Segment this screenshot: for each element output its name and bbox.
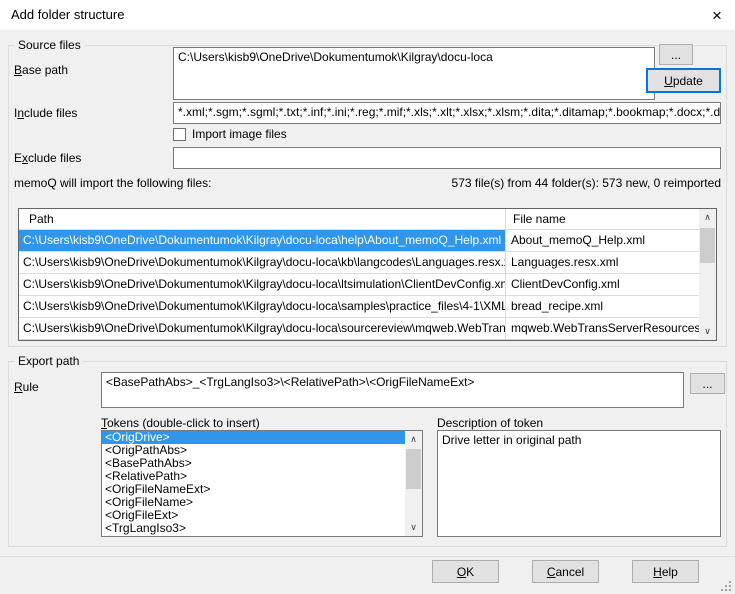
scroll-down-icon[interactable]: ∨	[699, 323, 716, 340]
column-header-path[interactable]: Path	[19, 209, 506, 229]
close-button[interactable]: ×	[701, 0, 733, 30]
file-table: Path File name C:\Users\kisb9\OneDrive\D…	[18, 208, 717, 341]
footer-separator	[0, 556, 735, 557]
token-description-box: Drive letter in original path	[437, 430, 721, 537]
ok-button[interactable]: OK	[432, 560, 499, 583]
dialog-title: Add folder structure	[11, 0, 124, 30]
titlebar: Add folder structure ×	[0, 0, 735, 30]
tokens-label: Tokens (double-click to insert)	[101, 416, 260, 430]
column-header-file-name[interactable]: File name	[506, 209, 699, 229]
token-item[interactable]: <OrigFileNameExt>	[102, 483, 405, 496]
exclude-files-label: Exclude files	[14, 151, 81, 165]
token-item[interactable]: <RelativePath>	[102, 470, 405, 483]
update-button[interactable]: Update	[646, 68, 721, 93]
import-image-files-label[interactable]: Import image files	[192, 127, 287, 141]
token-item[interactable]: <BasePathAbs>	[102, 457, 405, 470]
include-files-label: Include files	[14, 106, 77, 120]
table-row[interactable]: C:\Users\kisb9\OneDrive\Dokumentumok\Kil…	[19, 252, 699, 274]
close-icon: ×	[712, 7, 722, 24]
token-item[interactable]: <OrigFileName>	[102, 496, 405, 509]
cancel-button[interactable]: Cancel	[532, 560, 599, 583]
table-row[interactable]: C:\Users\kisb9\OneDrive\Dokumentumok\Kil…	[19, 230, 699, 252]
table-row[interactable]: C:\Users\kisb9\OneDrive\Dokumentumok\Kil…	[19, 296, 699, 318]
base-path-input[interactable]: C:\Users\kisb9\OneDrive\Dokumentumok\Kil…	[173, 47, 655, 100]
include-files-input[interactable]: *.xml;*.sgm;*.sgml;*.txt;*.inf;*.ini;*.r…	[173, 102, 721, 124]
token-description-label: Description of token	[437, 416, 543, 430]
file-table-header: Path File name	[19, 209, 699, 230]
scroll-up-icon[interactable]: ∧	[699, 209, 716, 226]
table-row[interactable]: C:\Users\kisb9\OneDrive\Dokumentumok\Kil…	[19, 318, 699, 340]
import-summary-text: memoQ will import the following files:	[14, 176, 211, 190]
token-list: <OrigDrive> <OrigPathAbs> <BasePathAbs> …	[101, 430, 423, 537]
scroll-down-icon[interactable]: ∨	[405, 519, 422, 536]
scrollbar-thumb[interactable]	[406, 449, 421, 489]
add-folder-structure-dialog: Add folder structure × Source files Base…	[0, 0, 735, 594]
rule-browse-button[interactable]: ...	[690, 373, 725, 394]
base-path-label: Base path	[14, 63, 68, 77]
help-button[interactable]: Help	[632, 560, 699, 583]
resize-grip-icon[interactable]	[721, 581, 732, 592]
source-files-group-label: Source files	[14, 39, 85, 52]
table-row[interactable]: C:\Users\kisb9\OneDrive\Dokumentumok\Kil…	[19, 274, 699, 296]
exclude-files-input[interactable]	[173, 147, 721, 169]
import-count-text: 573 file(s) from 44 folder(s): 573 new, …	[452, 176, 721, 190]
base-path-browse-button[interactable]: ...	[659, 44, 693, 65]
rule-input[interactable]: <BasePathAbs>_<TrgLangIso3>\<RelativePat…	[101, 372, 684, 408]
table-scrollbar[interactable]: ∧ ∨	[699, 209, 716, 340]
token-item[interactable]: <OrigDrive>	[102, 431, 405, 444]
token-item[interactable]: <OrigFileExt>	[102, 509, 405, 522]
scroll-up-icon[interactable]: ∧	[405, 431, 422, 448]
import-image-files-checkbox[interactable]	[173, 128, 186, 141]
token-item[interactable]: <OrigPathAbs>	[102, 444, 405, 457]
token-list-scrollbar[interactable]: ∧ ∨	[405, 431, 422, 536]
rule-label: Rule	[14, 380, 39, 394]
export-path-group-label: Export path	[14, 355, 83, 368]
token-item[interactable]: <TrgLangIso3>	[102, 522, 405, 535]
scrollbar-thumb[interactable]	[700, 228, 715, 263]
